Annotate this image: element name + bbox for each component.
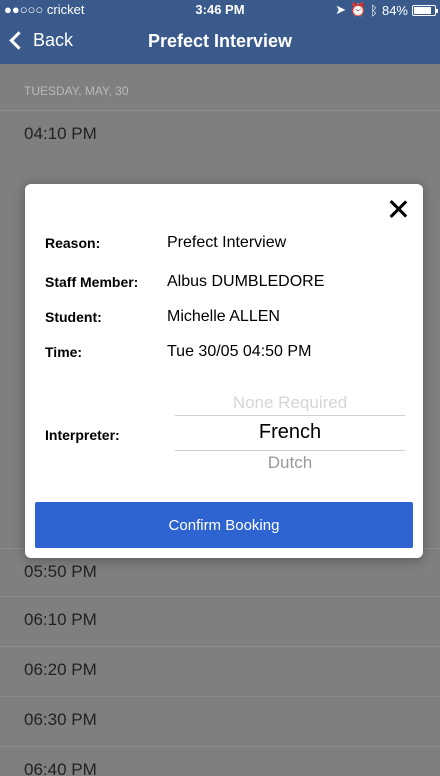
- location-icon: ➤: [335, 2, 346, 17]
- list-item[interactable]: 06:20 PM: [0, 646, 440, 696]
- nav-bar: Back Prefect Interview: [0, 20, 440, 64]
- time-label: 06:40 PM: [24, 760, 97, 776]
- time-label: 06:20 PM: [24, 660, 97, 679]
- battery-percent: 84%: [381, 2, 408, 18]
- detail-value: Tue 30/05 04:50 PM: [167, 343, 312, 360]
- status-bar: ●●○○○ cricket 3:46 PM ➤ ⏰ ᛒ 84%: [0, 0, 440, 20]
- detail-row-staff: Staff Member: Albus DUMBLEDORE: [45, 273, 324, 291]
- time-label: 04:10 PM: [24, 124, 97, 143]
- picker-option[interactable]: None Required: [175, 393, 405, 413]
- status-icons: ➤ ⏰ ᛒ 84%: [335, 2, 438, 18]
- detail-label: Reason:: [45, 235, 101, 251]
- detail-value: Michelle ALLEN: [167, 308, 280, 325]
- detail-value: Albus DUMBLEDORE: [167, 273, 325, 290]
- booking-dialog: Reason: Prefect Interview Staff Member: …: [25, 184, 423, 558]
- time-label: 05:50 PM: [24, 562, 97, 581]
- bluetooth-icon: ᛒ: [370, 2, 378, 18]
- time-label: 06:30 PM: [24, 710, 97, 729]
- detail-label: Time:: [45, 344, 83, 360]
- interpreter-picker[interactable]: None Required French Dutch: [175, 389, 405, 479]
- page-title: Prefect Interview: [147, 31, 293, 51]
- interpreter-label: Interpreter:: [45, 427, 120, 443]
- list-item[interactable]: 06:30 PM: [0, 696, 440, 746]
- detail-label: Student:: [45, 309, 102, 325]
- detail-label: Staff Member:: [45, 274, 139, 290]
- detail-row-reason: Reason: Prefect Interview: [45, 234, 286, 252]
- detail-row-student: Student: Michelle ALLEN: [45, 308, 280, 326]
- time-label: 06:10 PM: [24, 610, 97, 629]
- list-item[interactable]: 06:40 PM: [0, 746, 440, 776]
- list-item[interactable]: 06:10 PM: [0, 596, 440, 646]
- battery-icon: [412, 4, 438, 16]
- picker-option[interactable]: Dutch: [175, 453, 405, 473]
- detail-row-time: Time: Tue 30/05 04:50 PM: [45, 343, 311, 361]
- picker-divider: [175, 415, 405, 416]
- close-icon[interactable]: [387, 198, 409, 220]
- alarm-icon: ⏰: [349, 2, 367, 17]
- list-item[interactable]: 04:10 PM: [0, 110, 440, 160]
- detail-value: Prefect Interview: [167, 234, 287, 251]
- section-header: TUESDAY, MAY, 30: [24, 84, 129, 98]
- picker-selected-option[interactable]: French: [175, 421, 405, 444]
- confirm-booking-button[interactable]: Confirm Booking: [35, 502, 413, 548]
- picker-divider: [175, 450, 405, 451]
